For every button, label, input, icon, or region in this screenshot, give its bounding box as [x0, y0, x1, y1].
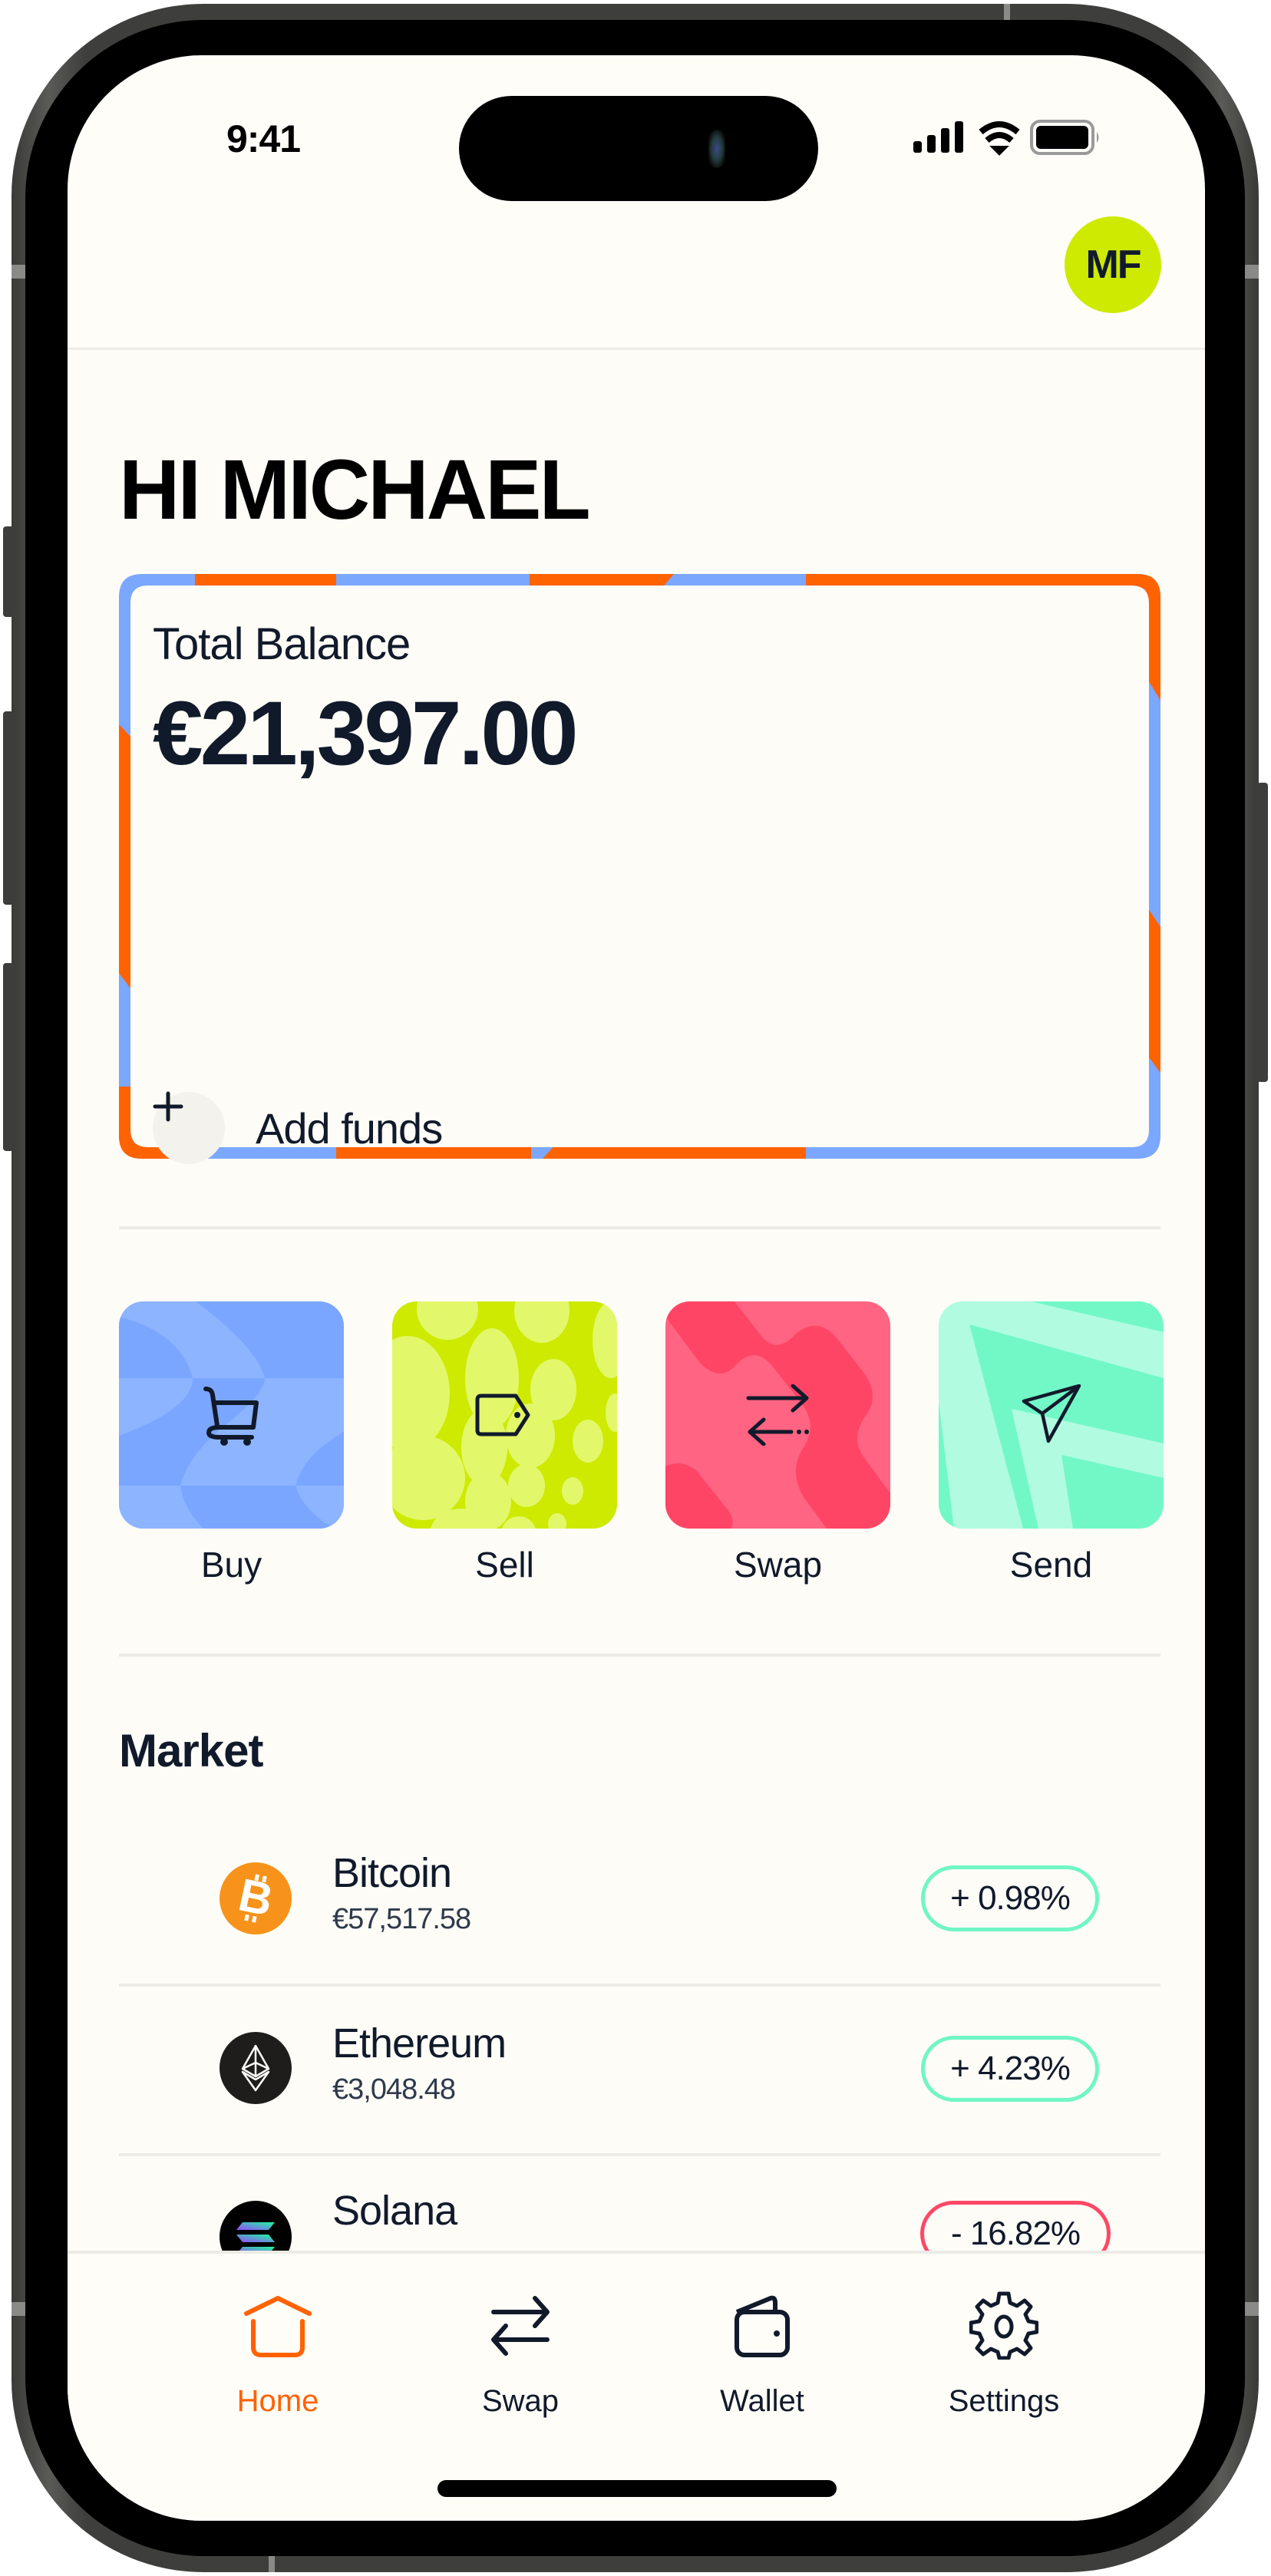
tab-home-label: Home [236, 2384, 319, 2418]
home-icon [244, 2296, 312, 2357]
greeting-title: HI MICHAEL [119, 443, 591, 537]
send-label: Send [1009, 1545, 1093, 1585]
coin-price: €57,517.58 [332, 1903, 471, 1935]
tab-wallet-label: Wallet [720, 2384, 804, 2418]
plus-icon [153, 1091, 225, 1164]
wifi-icon [979, 121, 1020, 156]
add-funds-label: Add funds [256, 1103, 443, 1153]
battery-icon [1030, 120, 1099, 155]
status-icons [904, 118, 1180, 158]
action-sell[interactable]: Sell [392, 1301, 617, 1585]
buy-tile[interactable] [119, 1301, 344, 1529]
header-divider [68, 348, 1205, 350]
home-indicator[interactable] [437, 2480, 837, 2497]
tab-wallet[interactable]: Wallet [670, 2254, 854, 2423]
change-badge: + 4.23% [921, 2036, 1099, 2102]
market-title: Market [119, 1725, 263, 1776]
tab-home[interactable]: Home [186, 2254, 370, 2423]
paper-plane-icon [1022, 1384, 1081, 1443]
action-button [3, 526, 15, 617]
avatar[interactable]: MF [1065, 216, 1161, 313]
power-button [1257, 783, 1268, 1082]
action-buy[interactable]: Buy [119, 1301, 344, 1585]
market-row-bitcoin[interactable]: B Bitcoin €57,517.58 + 0.98% [119, 1820, 1160, 1974]
buy-label: Buy [200, 1545, 262, 1585]
price-tag-icon [475, 1394, 530, 1436]
ethereum-icon [220, 2032, 292, 2104]
add-funds-button[interactable]: Add funds [153, 1091, 443, 1165]
sell-tile[interactable] [392, 1301, 617, 1529]
camera-lens [708, 130, 725, 168]
row-divider [119, 2153, 1160, 2156]
bitcoin-icon: B [220, 1862, 292, 1934]
cellular-signal-icon [913, 121, 963, 153]
balance-label: Total Balance [153, 619, 411, 669]
swap-label: Swap [733, 1545, 823, 1585]
section-divider [119, 1226, 1160, 1229]
action-swap[interactable]: Swap [665, 1301, 890, 1585]
send-tile[interactable] [939, 1301, 1164, 1529]
dynamic-island [459, 96, 818, 201]
gear-icon [969, 2291, 1038, 2360]
sell-label: Sell [475, 1545, 534, 1585]
tab-settings-label: Settings [948, 2384, 1060, 2418]
swap-arrows-icon [746, 1384, 809, 1446]
volume-down-button [3, 963, 14, 1151]
tab-swap-label: Swap [481, 2384, 560, 2418]
tab-settings[interactable]: Settings [912, 2254, 1096, 2423]
swap-tile[interactable] [665, 1301, 890, 1529]
action-send[interactable]: Send [939, 1301, 1164, 1585]
section-divider [119, 1654, 1160, 1657]
antenna-band [269, 2554, 275, 2572]
coin-name: Solana [332, 2188, 457, 2234]
status-time: 9:41 [226, 117, 301, 160]
screen: 9:41 MF HI MICHAEL Total Balance €21,397… [68, 55, 1205, 2521]
coin-name: Ethereum [332, 2020, 507, 2066]
balance-amount: €21,397.00 [153, 683, 579, 784]
change-badge: + 0.98% [921, 1865, 1099, 1931]
swap-icon [491, 2296, 550, 2356]
balance-card: Total Balance €21,397.00 Add funds [119, 574, 1160, 1164]
coin-name: Bitcoin [332, 1850, 452, 1896]
tab-swap[interactable]: Swap [428, 2254, 612, 2423]
coin-price: €3,048.48 [332, 2073, 456, 2106]
volume-up-button [3, 711, 14, 905]
row-divider [119, 1984, 1160, 1987]
shopping-cart-icon [203, 1387, 259, 1446]
wallet-icon [735, 2295, 790, 2357]
market-row-ethereum[interactable]: Ethereum €3,048.48 + 4.23% [119, 1991, 1160, 2144]
